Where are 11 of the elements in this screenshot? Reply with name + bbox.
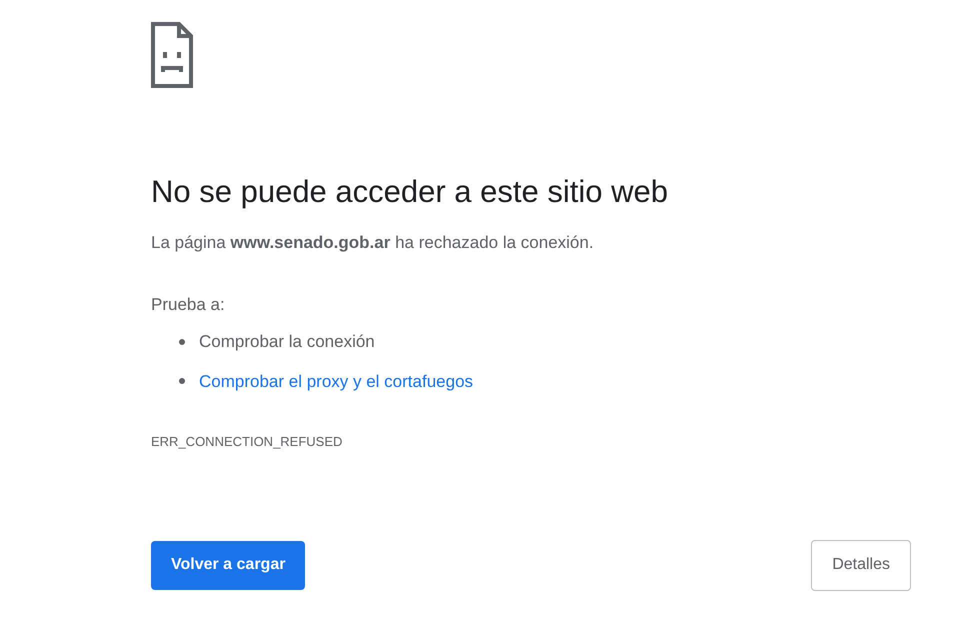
bullet-icon bbox=[179, 338, 185, 345]
error-code: ERR_CONNECTION_REFUSED bbox=[151, 433, 342, 451]
bullet-icon bbox=[179, 378, 185, 384]
sad-page-icon bbox=[151, 22, 193, 88]
suggestion-link[interactable]: Comprobar el proxy y el cortafuegos bbox=[199, 368, 474, 394]
error-message: La página www.senado.gob.ar ha rechazado la conexión. bbox=[151, 232, 594, 254]
reload-button[interactable]: Volver a cargar bbox=[151, 540, 306, 590]
suggestion-text: Comprobar la conexión bbox=[199, 331, 375, 353]
error-heading: No se puede acceder a este sitio web bbox=[151, 173, 668, 211]
suggestions-label: Prueba a: bbox=[151, 294, 225, 316]
details-button[interactable]: Detalles bbox=[811, 540, 911, 590]
